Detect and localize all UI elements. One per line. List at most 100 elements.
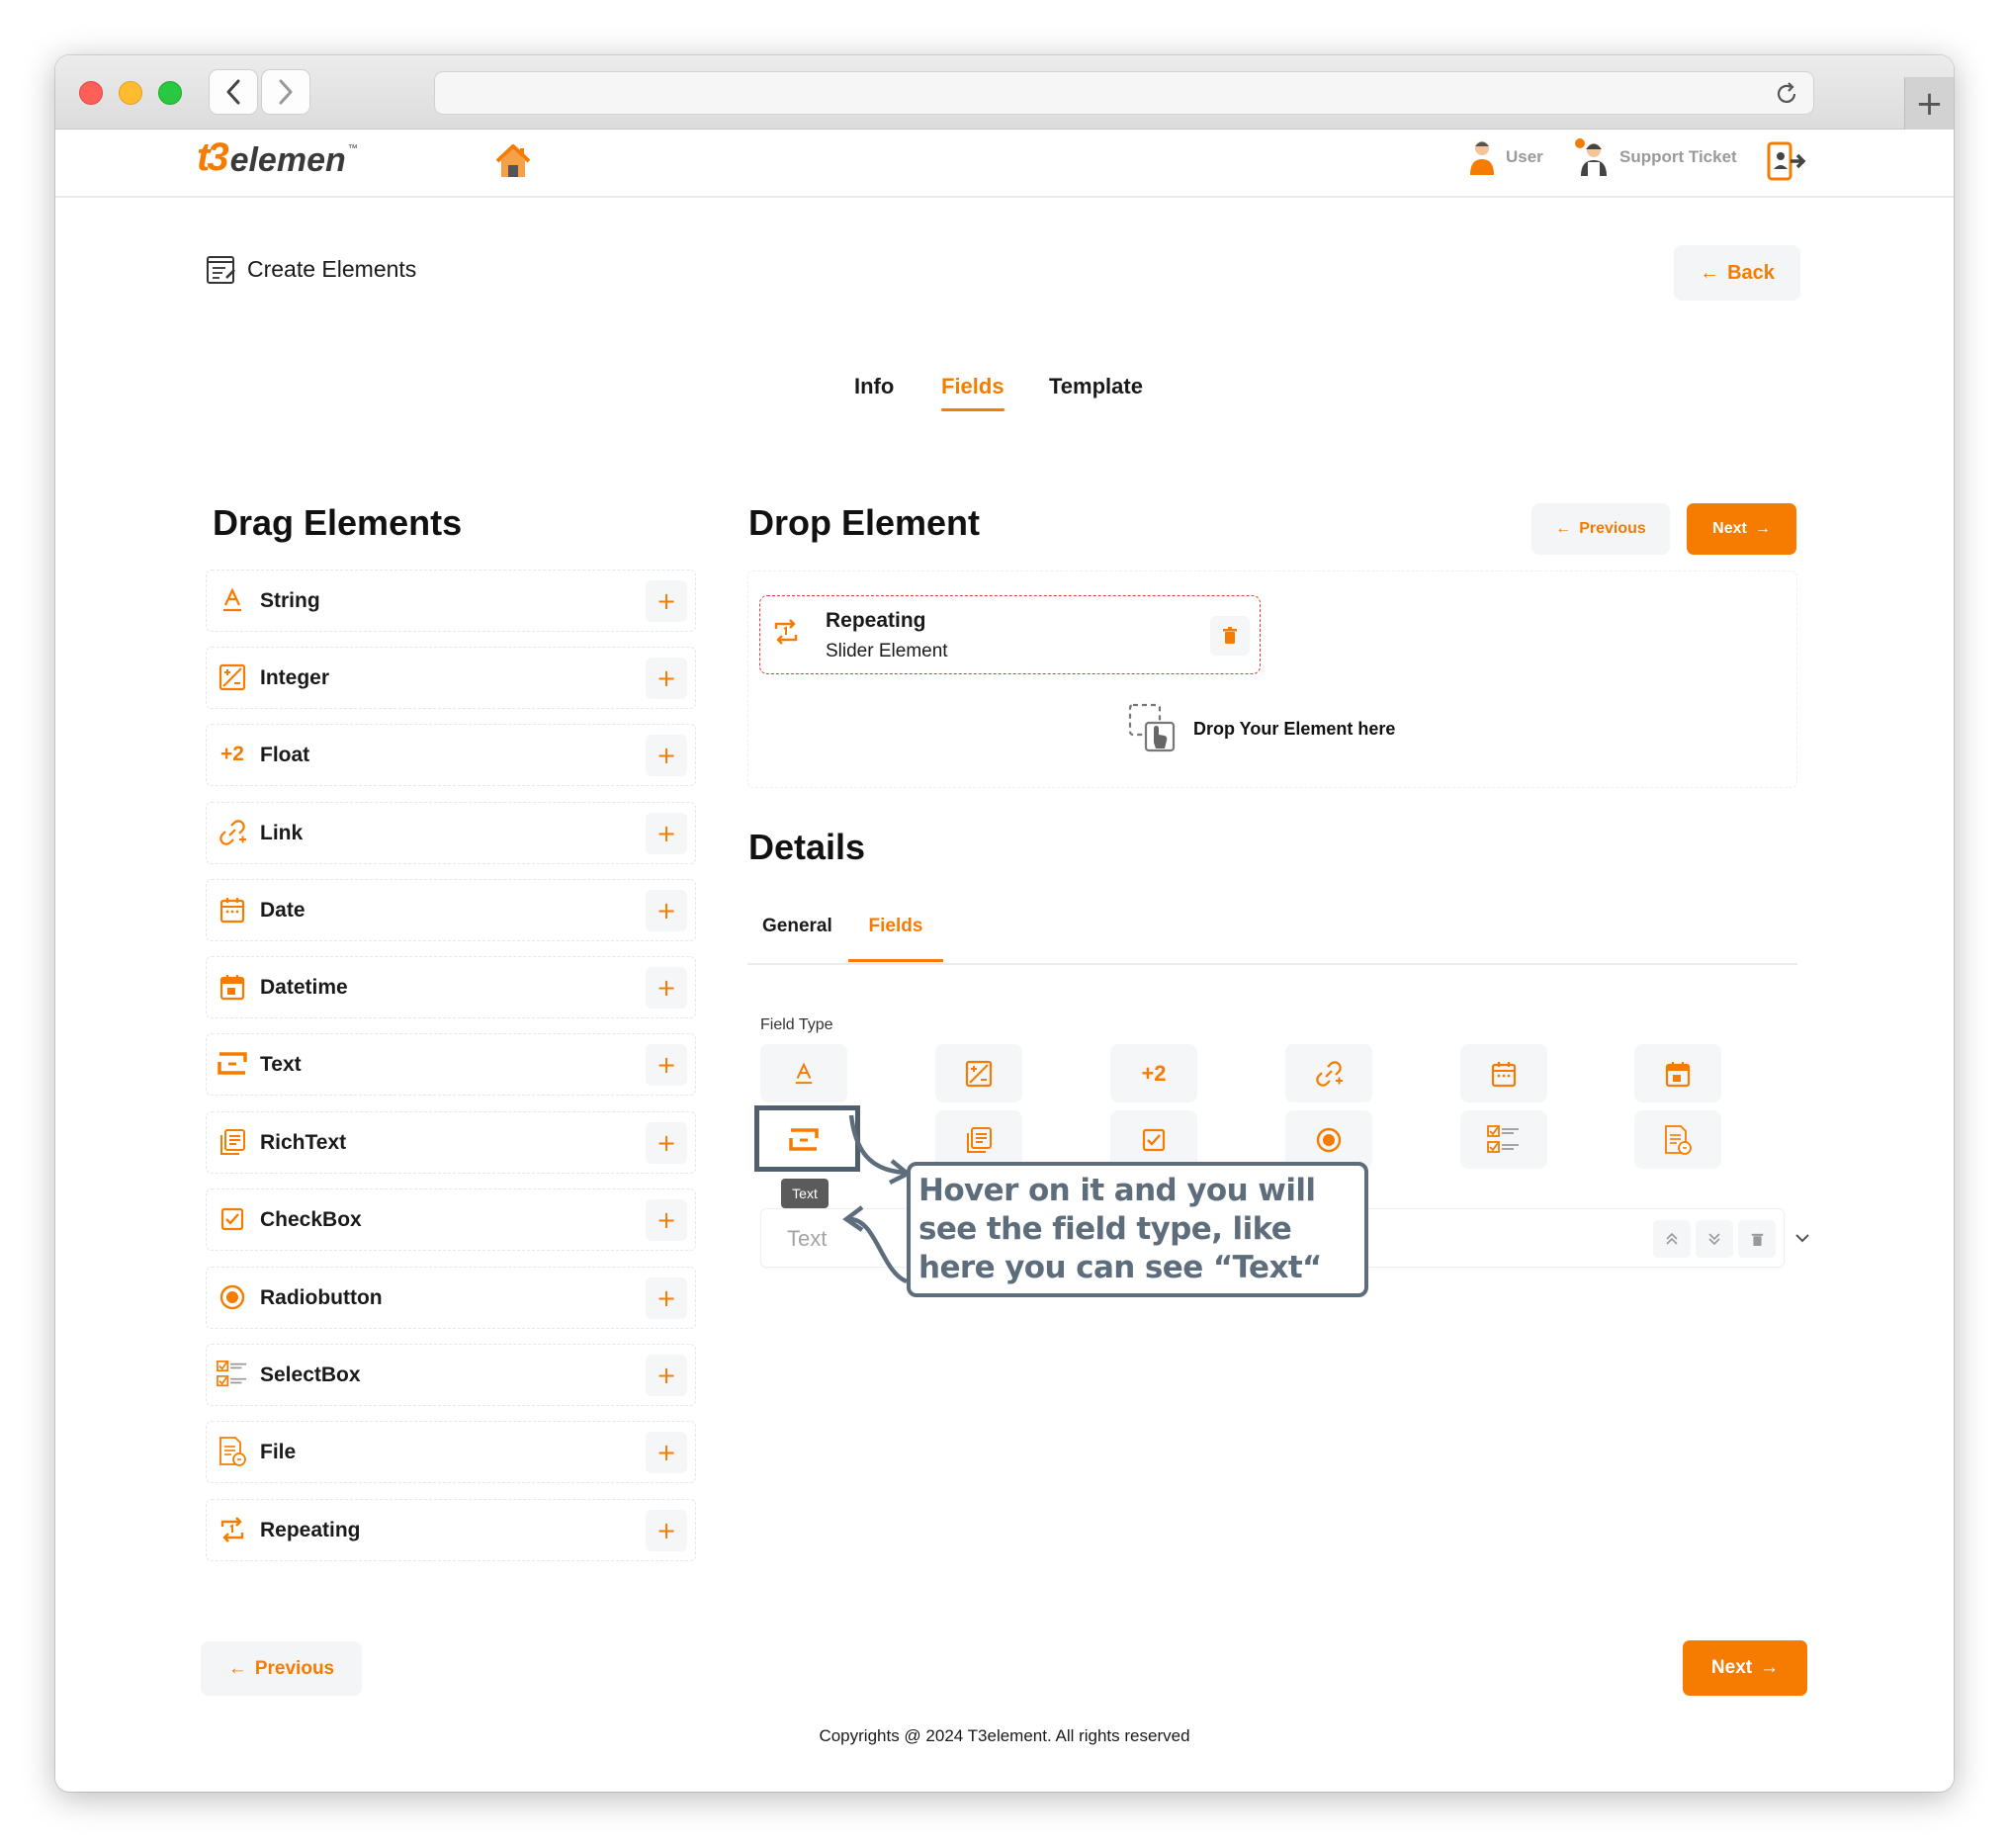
move-down-button[interactable] — [1696, 1220, 1733, 1258]
add-integer-button[interactable]: + — [646, 658, 687, 699]
next-button-top[interactable]: Next → — [1687, 503, 1796, 555]
field-type-selectbox-button[interactable] — [1460, 1110, 1547, 1169]
support-ticket-link[interactable]: Support Ticket — [1574, 137, 1737, 177]
add-string-button[interactable]: + — [646, 580, 687, 622]
drag-item-richtext[interactable]: RichText + — [206, 1111, 696, 1174]
field-type-datetime-button[interactable] — [1634, 1044, 1721, 1102]
trash-icon — [1751, 1233, 1763, 1246]
tab-template[interactable]: Template — [1049, 374, 1143, 399]
minimize-window-button[interactable] — [119, 81, 142, 105]
radiobutton-icon — [217, 1281, 248, 1313]
tab-fields[interactable]: Fields — [941, 374, 1004, 411]
add-radiobutton-button[interactable]: + — [646, 1277, 687, 1319]
browser-back-button[interactable] — [209, 69, 258, 115]
field-type-float-button[interactable]: +2 — [1110, 1044, 1197, 1102]
annotation-highlight-box — [754, 1105, 860, 1172]
tab-details-fields[interactable]: Fields — [848, 916, 943, 962]
drag-item-text[interactable]: Text + — [206, 1033, 696, 1096]
page-title: Create Elements — [206, 253, 416, 285]
home-icon[interactable] — [493, 141, 533, 186]
field-type-integer-button[interactable] — [935, 1044, 1022, 1102]
new-tab-button[interactable]: + — [1904, 77, 1954, 130]
reload-icon[interactable] — [1774, 81, 1799, 112]
maximize-window-button[interactable] — [158, 81, 182, 105]
browser-window: + t3 elemen ™ User Support Ticket Create… — [55, 55, 1954, 1792]
field-row-value: Text — [787, 1226, 828, 1251]
field-type-file-button[interactable] — [1634, 1110, 1721, 1169]
delete-field-button[interactable] — [1738, 1220, 1776, 1258]
selectbox-icon — [217, 1359, 248, 1390]
double-chevron-up-icon — [1666, 1232, 1678, 1245]
arrow-left-icon: ← — [1700, 261, 1720, 284]
footer-copyright: Copyrights @ 2024 T3element. All rights … — [819, 1726, 1190, 1745]
drag-item-integer[interactable]: Integer + — [206, 647, 696, 709]
string-icon — [795, 1061, 813, 1084]
double-chevron-down-icon — [1708, 1233, 1720, 1246]
logo[interactable]: t3 elemen ™ — [197, 135, 358, 180]
integer-icon — [217, 661, 248, 693]
back-button[interactable]: ← Back — [1674, 245, 1800, 301]
drag-item-float[interactable]: +2 Float + — [206, 724, 696, 786]
field-type-richtext-button[interactable] — [935, 1110, 1022, 1169]
drag-item-repeating[interactable]: Repeating + — [206, 1499, 696, 1561]
add-date-button[interactable]: + — [646, 890, 687, 931]
logout-icon[interactable] — [1767, 141, 1806, 186]
tab-general[interactable]: General — [762, 916, 832, 937]
datetime-icon — [1665, 1061, 1691, 1087]
add-selectbox-button[interactable]: + — [646, 1355, 687, 1396]
link-icon — [1316, 1060, 1343, 1087]
drag-item-datetime[interactable]: Datetime + — [206, 956, 696, 1018]
add-repeating-button[interactable]: + — [646, 1510, 687, 1551]
next-button-bottom[interactable]: Next → — [1683, 1640, 1807, 1696]
user-link[interactable]: User — [1466, 137, 1543, 177]
add-file-button[interactable]: + — [646, 1432, 687, 1473]
drag-drop-icon — [1128, 703, 1176, 752]
arrow-right-icon: → — [1760, 1657, 1780, 1678]
field-type-string-button[interactable] — [760, 1044, 847, 1102]
drag-item-radiobutton[interactable]: Radiobutton + — [206, 1267, 696, 1329]
repeating-icon — [772, 618, 800, 651]
text-icon — [217, 1048, 248, 1080]
field-type-date-button[interactable] — [1460, 1044, 1547, 1102]
add-checkbox-button[interactable]: + — [646, 1199, 687, 1241]
drag-item-selectbox[interactable]: SelectBox + — [206, 1344, 696, 1406]
address-bar[interactable] — [434, 71, 1814, 115]
drag-item-date[interactable]: Date + — [206, 879, 696, 941]
close-window-button[interactable] — [79, 81, 103, 105]
field-type-label: Field Type — [760, 1016, 833, 1033]
tab-info[interactable]: Info — [854, 374, 894, 399]
trash-icon — [1223, 627, 1237, 644]
field-type-tooltip: Text — [781, 1179, 829, 1208]
chevron-down-icon[interactable] — [1794, 1231, 1810, 1250]
chevron-left-icon — [226, 79, 240, 105]
add-text-button[interactable]: + — [646, 1044, 687, 1086]
float-icon: +2 — [1141, 1060, 1167, 1086]
add-datetime-button[interactable]: + — [646, 967, 687, 1009]
add-float-button[interactable]: + — [646, 735, 687, 776]
selectbox-icon — [1487, 1124, 1519, 1153]
browser-toolbar: + — [55, 55, 1954, 130]
drag-item-checkbox[interactable]: CheckBox + — [206, 1188, 696, 1251]
dropped-element-card[interactable]: Repeating Slider Element — [759, 595, 1261, 674]
browser-forward-button[interactable] — [261, 69, 310, 115]
chevron-right-icon — [279, 79, 293, 105]
move-up-button[interactable] — [1653, 1220, 1691, 1258]
previous-button-bottom[interactable]: ← Previous — [201, 1641, 362, 1696]
arrow-left-icon: ← — [227, 1657, 247, 1679]
delete-element-button[interactable] — [1210, 616, 1250, 656]
arrow-left-icon: ← — [1555, 520, 1572, 537]
field-type-radiobutton-button[interactable] — [1285, 1110, 1372, 1169]
add-richtext-button[interactable]: + — [646, 1122, 687, 1164]
previous-button-top[interactable]: ← Previous — [1531, 503, 1670, 555]
field-type-link-button[interactable] — [1285, 1044, 1372, 1102]
add-link-button[interactable]: + — [646, 813, 687, 854]
string-icon — [217, 584, 248, 616]
drag-item-link[interactable]: Link + — [206, 802, 696, 864]
drag-item-string[interactable]: String + — [206, 570, 696, 632]
details-tabs: General Fields — [747, 916, 1797, 965]
details-heading: Details — [748, 827, 866, 867]
field-type-checkbox-button[interactable] — [1110, 1110, 1197, 1169]
drag-item-file[interactable]: File + — [206, 1421, 696, 1483]
date-icon — [217, 894, 248, 925]
checkbox-icon — [1142, 1128, 1166, 1151]
